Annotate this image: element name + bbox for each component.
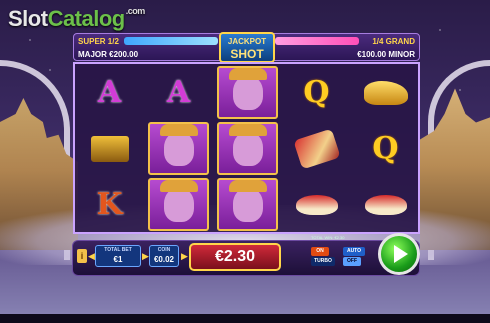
- coin-label: COIN: [157, 247, 171, 253]
- watermark-logo: SlotCatalog.com: [8, 6, 145, 32]
- turbo-label[interactable]: TURBO: [311, 257, 335, 266]
- super-jackpot-label: SUPER 1/2: [78, 37, 119, 46]
- coin-increase-icon[interactable]: ▶: [181, 250, 188, 262]
- win-display: €2.30: [189, 243, 281, 271]
- play-icon: [394, 245, 408, 263]
- symbol-chest-icon: [79, 122, 140, 175]
- symbol-letter: K: [96, 187, 123, 222]
- man-graphic: [159, 123, 198, 166]
- watermark-brand-part2: Catalog: [47, 6, 126, 31]
- bet-increase-icon[interactable]: ▶: [142, 250, 149, 262]
- symbol-shoe-icon: [355, 178, 416, 231]
- man-graphic: [228, 179, 267, 222]
- reel-grid: A K A Q Q: [73, 62, 420, 234]
- chest-graphic: [90, 135, 129, 162]
- symbol-q: Q: [286, 66, 347, 119]
- symbol-letter: Q: [372, 131, 399, 166]
- symbol-letter: A: [166, 75, 191, 110]
- turbo-on-toggle[interactable]: ON: [311, 247, 329, 256]
- auto-label[interactable]: AUTO: [343, 247, 365, 256]
- shoe-graphic: [364, 194, 407, 215]
- total-bet-label: TOTAL BET: [104, 247, 132, 253]
- jackpot-shot-title: JACKPOT SHOT: [219, 32, 275, 63]
- man-graphic: [159, 179, 198, 222]
- bottom-strip: [0, 314, 490, 323]
- symbol-letter: A: [97, 75, 122, 110]
- game-screen: SlotCatalog.com SUPER 1/2 1/4 GRAND MAJO…: [0, 0, 490, 323]
- lamp-graphic: [363, 80, 408, 105]
- symbol-man-icon: [148, 178, 209, 231]
- control-bar: i ◀ TOTAL BET €1 ▶ COIN €0.02 ▶ €2.30 TO…: [72, 233, 420, 276]
- man-graphic: [228, 67, 267, 110]
- symbol-a: A: [79, 66, 140, 119]
- major-jackpot-label: MAJOR €200.00: [78, 50, 139, 59]
- coin-value: €0.02: [153, 255, 175, 264]
- man-graphic: [228, 123, 267, 166]
- symbol-man-icon: [217, 122, 278, 175]
- symbol-letter: Q: [303, 75, 330, 110]
- shoe-graphic: [295, 194, 338, 215]
- symbol-man-icon: [217, 178, 278, 231]
- coin-box[interactable]: COIN €0.02: [149, 245, 179, 267]
- watermark-brand-part1: Slot: [8, 6, 48, 31]
- grand-jackpot-label: 1/4 GRAND: [372, 37, 415, 46]
- auto-off-toggle[interactable]: OFF: [343, 257, 361, 266]
- info-button[interactable]: i: [77, 249, 87, 263]
- total-bet-box[interactable]: TOTAL BET €1: [95, 245, 141, 267]
- symbol-man-icon: [217, 66, 278, 119]
- grand-progress-bar: [275, 37, 359, 45]
- jackpot-panel: SUPER 1/2 1/4 GRAND MAJOR €200.00 €100.0…: [73, 32, 420, 63]
- super-progress-bar: [124, 37, 218, 45]
- bet-decrease-icon[interactable]: ◀: [88, 250, 95, 262]
- scroll-graphic: [292, 128, 341, 169]
- symbol-a: A: [148, 66, 209, 119]
- symbol-man-icon: [148, 122, 209, 175]
- minor-jackpot-label: €100.00 MINOR: [357, 50, 415, 59]
- symbol-scroll-icon: [286, 122, 347, 175]
- symbol-shoe-icon: [286, 178, 347, 231]
- spin-button[interactable]: [378, 233, 420, 275]
- jackpot-title-line2: SHOT: [230, 47, 264, 61]
- total-bet-value: €1: [113, 255, 123, 264]
- watermark-sup: .com: [125, 6, 146, 16]
- total-win-label: TOTAL WIN: €2.30: [311, 235, 345, 240]
- symbol-k: K: [79, 178, 140, 231]
- symbol-q: Q: [355, 122, 416, 175]
- symbol-lamp-icon: [355, 66, 416, 119]
